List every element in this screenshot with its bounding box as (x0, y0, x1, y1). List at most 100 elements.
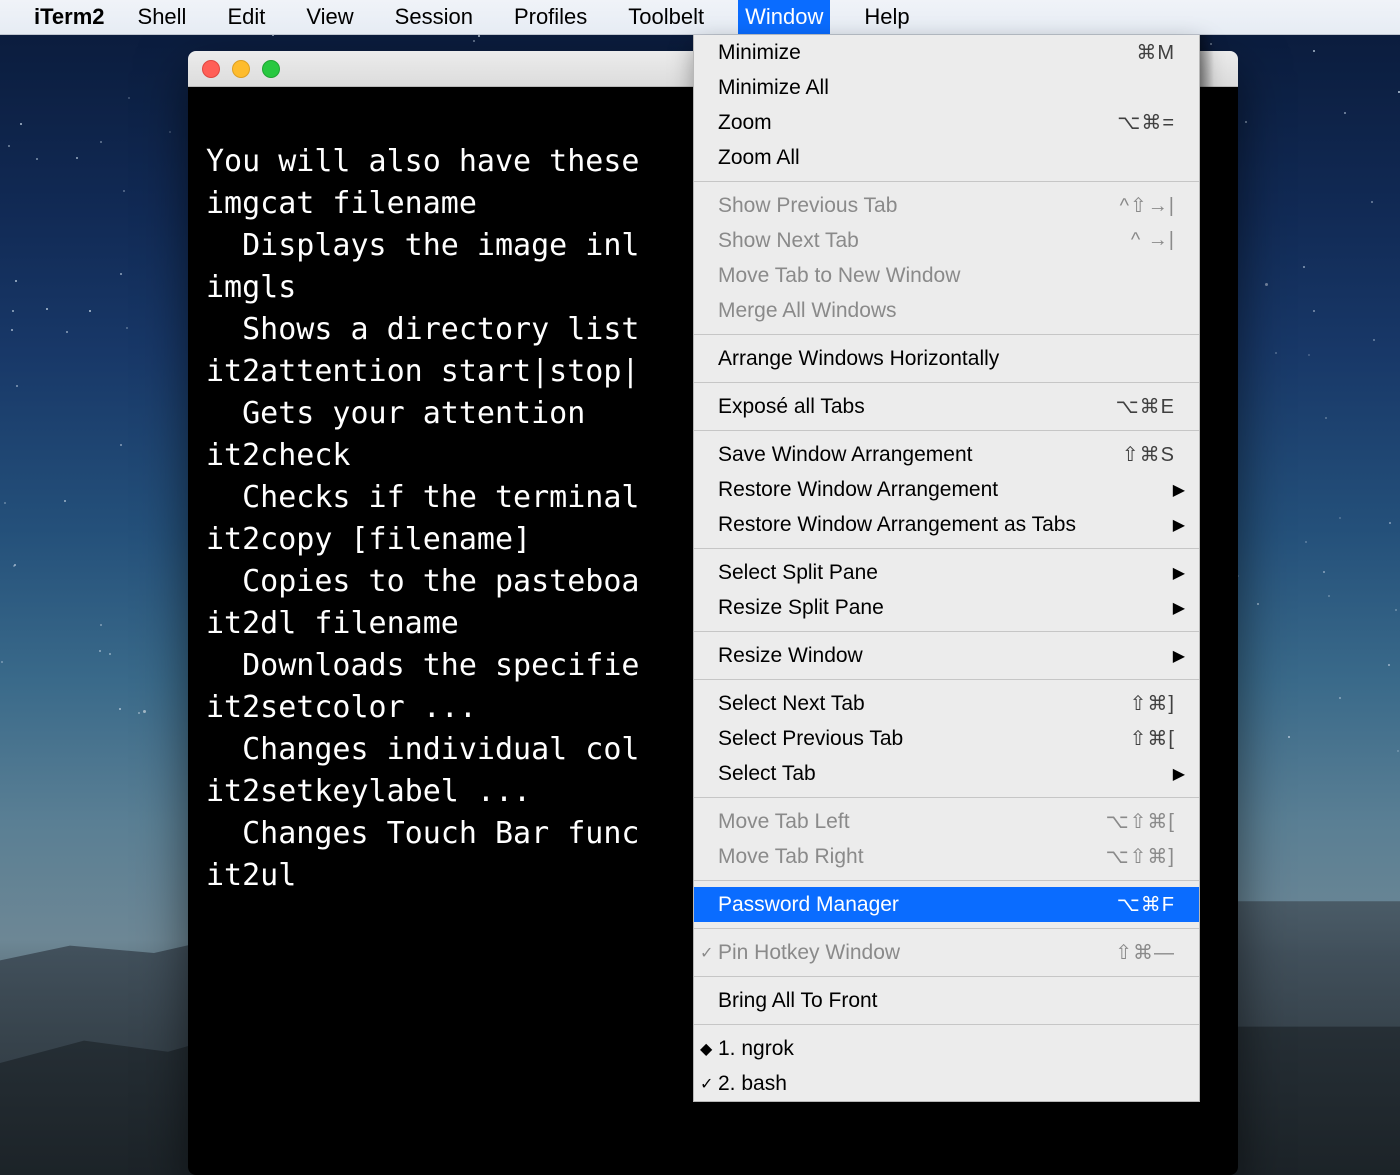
menu-item-label: Bring All To Front (718, 989, 1175, 1013)
menu-item-select-tab[interactable]: Select Tab▶ (694, 756, 1199, 791)
menu-session[interactable]: Session (388, 0, 480, 34)
menu-item-select-split-pane[interactable]: Select Split Pane▶ (694, 555, 1199, 590)
traffic-light-zoom[interactable] (262, 60, 280, 78)
menu-separator (694, 548, 1199, 549)
menu-item-move-tab-right: Move Tab Right⌥⇧⌘] (694, 839, 1199, 874)
menu-item-shortcut: ⌥⌘= (1117, 110, 1175, 135)
menu-item-shortcut: ⌘M (1136, 40, 1175, 65)
menubar: iTerm2 Shell Edit View Session Profiles Toolb… (0, 0, 1400, 35)
menu-item-shortcut: ^ →| (1131, 229, 1175, 252)
submenu-arrow-icon: ▶ (1173, 480, 1185, 500)
menu-item-label: Restore Window Arrangement (718, 478, 1175, 502)
menu-item-label: Show Previous Tab (718, 194, 1120, 218)
menu-item-label: Password Manager (718, 893, 1117, 917)
menu-item-label: Select Previous Tab (718, 727, 1130, 751)
menu-item-bring-all-to-front[interactable]: Bring All To Front (694, 983, 1199, 1018)
menu-item-shortcut: ⌥⌘E (1116, 394, 1175, 419)
menu-separator (694, 382, 1199, 383)
menu-item-minimize-all[interactable]: Minimize All (694, 70, 1199, 105)
menu-item-shortcut: ^⇧→| (1120, 193, 1175, 218)
menu-item-expos-all-tabs[interactable]: Exposé all Tabs⌥⌘E (694, 389, 1199, 424)
menu-item-label: Merge All Windows (718, 299, 1175, 323)
menu-item-pin-hotkey-window: ✓Pin Hotkey Window⇧⌘— (694, 935, 1199, 970)
menu-item-shortcut: ⇧⌘[ (1130, 726, 1175, 751)
menu-item-label: Select Split Pane (718, 561, 1175, 585)
menu-item-save-window-arrangement[interactable]: Save Window Arrangement⇧⌘S (694, 437, 1199, 472)
app-name[interactable]: iTerm2 (34, 4, 105, 30)
menu-item-password-manager[interactable]: Password Manager⌥⌘F (694, 887, 1199, 922)
menu-item-move-tab-to-new-window: Move Tab to New Window (694, 258, 1199, 293)
menu-separator (694, 976, 1199, 977)
menu-item-label: Resize Split Pane (718, 596, 1175, 620)
menu-shell[interactable]: Shell (131, 0, 194, 34)
menu-item-label: Zoom All (718, 146, 1175, 170)
menu-separator (694, 797, 1199, 798)
menu-item-label: 1. ngrok (718, 1037, 1175, 1061)
menu-item-zoom[interactable]: Zoom⌥⌘= (694, 105, 1199, 140)
menu-item-label: Restore Window Arrangement as Tabs (718, 513, 1175, 537)
menu-item-zoom-all[interactable]: Zoom All (694, 140, 1199, 175)
menu-item-select-next-tab[interactable]: Select Next Tab⇧⌘] (694, 686, 1199, 721)
menu-item-show-next-tab: Show Next Tab^ →| (694, 223, 1199, 258)
menu-separator (694, 679, 1199, 680)
submenu-arrow-icon: ▶ (1173, 563, 1185, 583)
menu-item-label: Zoom (718, 111, 1117, 135)
menu-separator (694, 1024, 1199, 1025)
menu-item-label: Select Tab (718, 762, 1175, 786)
menu-item-mark: ✓ (700, 1074, 713, 1094)
menu-item-label: Exposé all Tabs (718, 395, 1116, 419)
menu-item-label: Move Tab to New Window (718, 264, 1175, 288)
submenu-arrow-icon: ▶ (1173, 764, 1185, 784)
menu-item-show-previous-tab: Show Previous Tab^⇧→| (694, 188, 1199, 223)
menu-item-shortcut: ⇧⌘S (1122, 442, 1175, 467)
menu-window[interactable]: Window (738, 0, 830, 34)
menu-item-restore-window-arrangement[interactable]: Restore Window Arrangement▶ (694, 472, 1199, 507)
menu-item-mark: ◆ (700, 1039, 712, 1059)
window-menu-dropdown: Minimize⌘M Minimize All Zoom⌥⌘= Zoom All Sho… (693, 35, 1200, 1102)
menu-item-1-ngrok[interactable]: ◆ 1. ngrok (694, 1031, 1199, 1066)
menu-toolbelt[interactable]: Toolbelt (621, 0, 711, 34)
menu-item-label: Minimize (718, 41, 1136, 65)
menu-item-label: 2. bash (718, 1072, 1175, 1096)
menu-separator (694, 880, 1199, 881)
submenu-arrow-icon: ▶ (1173, 646, 1185, 666)
menu-separator (694, 928, 1199, 929)
menu-item-label: Resize Window (718, 644, 1175, 668)
menu-item-label: Arrange Windows Horizontally (718, 347, 1175, 371)
submenu-arrow-icon: ▶ (1173, 515, 1185, 535)
menu-item-mark: ✓ (700, 943, 713, 963)
menu-item-minimize[interactable]: Minimize⌘M (694, 35, 1199, 70)
menu-item-move-tab-left: Move Tab Left⌥⇧⌘[ (694, 804, 1199, 839)
traffic-light-close[interactable] (202, 60, 220, 78)
menu-item-shortcut: ⇧⌘— (1115, 940, 1175, 965)
menu-help[interactable]: Help (857, 0, 916, 34)
menu-item-resize-split-pane[interactable]: Resize Split Pane▶ (694, 590, 1199, 625)
menu-item-select-previous-tab[interactable]: Select Previous Tab⇧⌘[ (694, 721, 1199, 756)
menu-item-label: Show Next Tab (718, 229, 1131, 253)
menu-item-shortcut: ⌥⇧⌘] (1106, 844, 1175, 869)
menu-item-arrange-windows-horizontally[interactable]: Arrange Windows Horizontally (694, 341, 1199, 376)
menu-item-label: Move Tab Right (718, 845, 1106, 869)
menu-item-shortcut: ⌥⌘F (1117, 892, 1175, 917)
menu-item-resize-window[interactable]: Resize Window▶ (694, 638, 1199, 673)
menu-item-merge-all-windows: Merge All Windows (694, 293, 1199, 328)
menu-separator (694, 334, 1199, 335)
menu-item-2-bash[interactable]: ✓2. bash (694, 1066, 1199, 1101)
menu-profiles[interactable]: Profiles (507, 0, 594, 34)
menu-separator (694, 430, 1199, 431)
menu-separator (694, 631, 1199, 632)
traffic-light-minimize[interactable] (232, 60, 250, 78)
menu-separator (694, 181, 1199, 182)
menu-edit[interactable]: Edit (220, 0, 272, 34)
menu-item-label: Pin Hotkey Window (718, 941, 1115, 965)
menu-item-label: Save Window Arrangement (718, 443, 1122, 467)
menu-item-label: Move Tab Left (718, 810, 1106, 834)
menu-item-label: Select Next Tab (718, 692, 1130, 716)
menu-item-shortcut: ⌥⇧⌘[ (1106, 809, 1175, 834)
menu-view[interactable]: View (299, 0, 360, 34)
submenu-arrow-icon: ▶ (1173, 598, 1185, 618)
dropdown-shadow (1200, 35, 1214, 1175)
menu-item-restore-window-arrangement-as-tabs[interactable]: Restore Window Arrangement as Tabs▶ (694, 507, 1199, 542)
menu-item-label: Minimize All (718, 76, 1175, 100)
menu-item-shortcut: ⇧⌘] (1130, 691, 1175, 716)
